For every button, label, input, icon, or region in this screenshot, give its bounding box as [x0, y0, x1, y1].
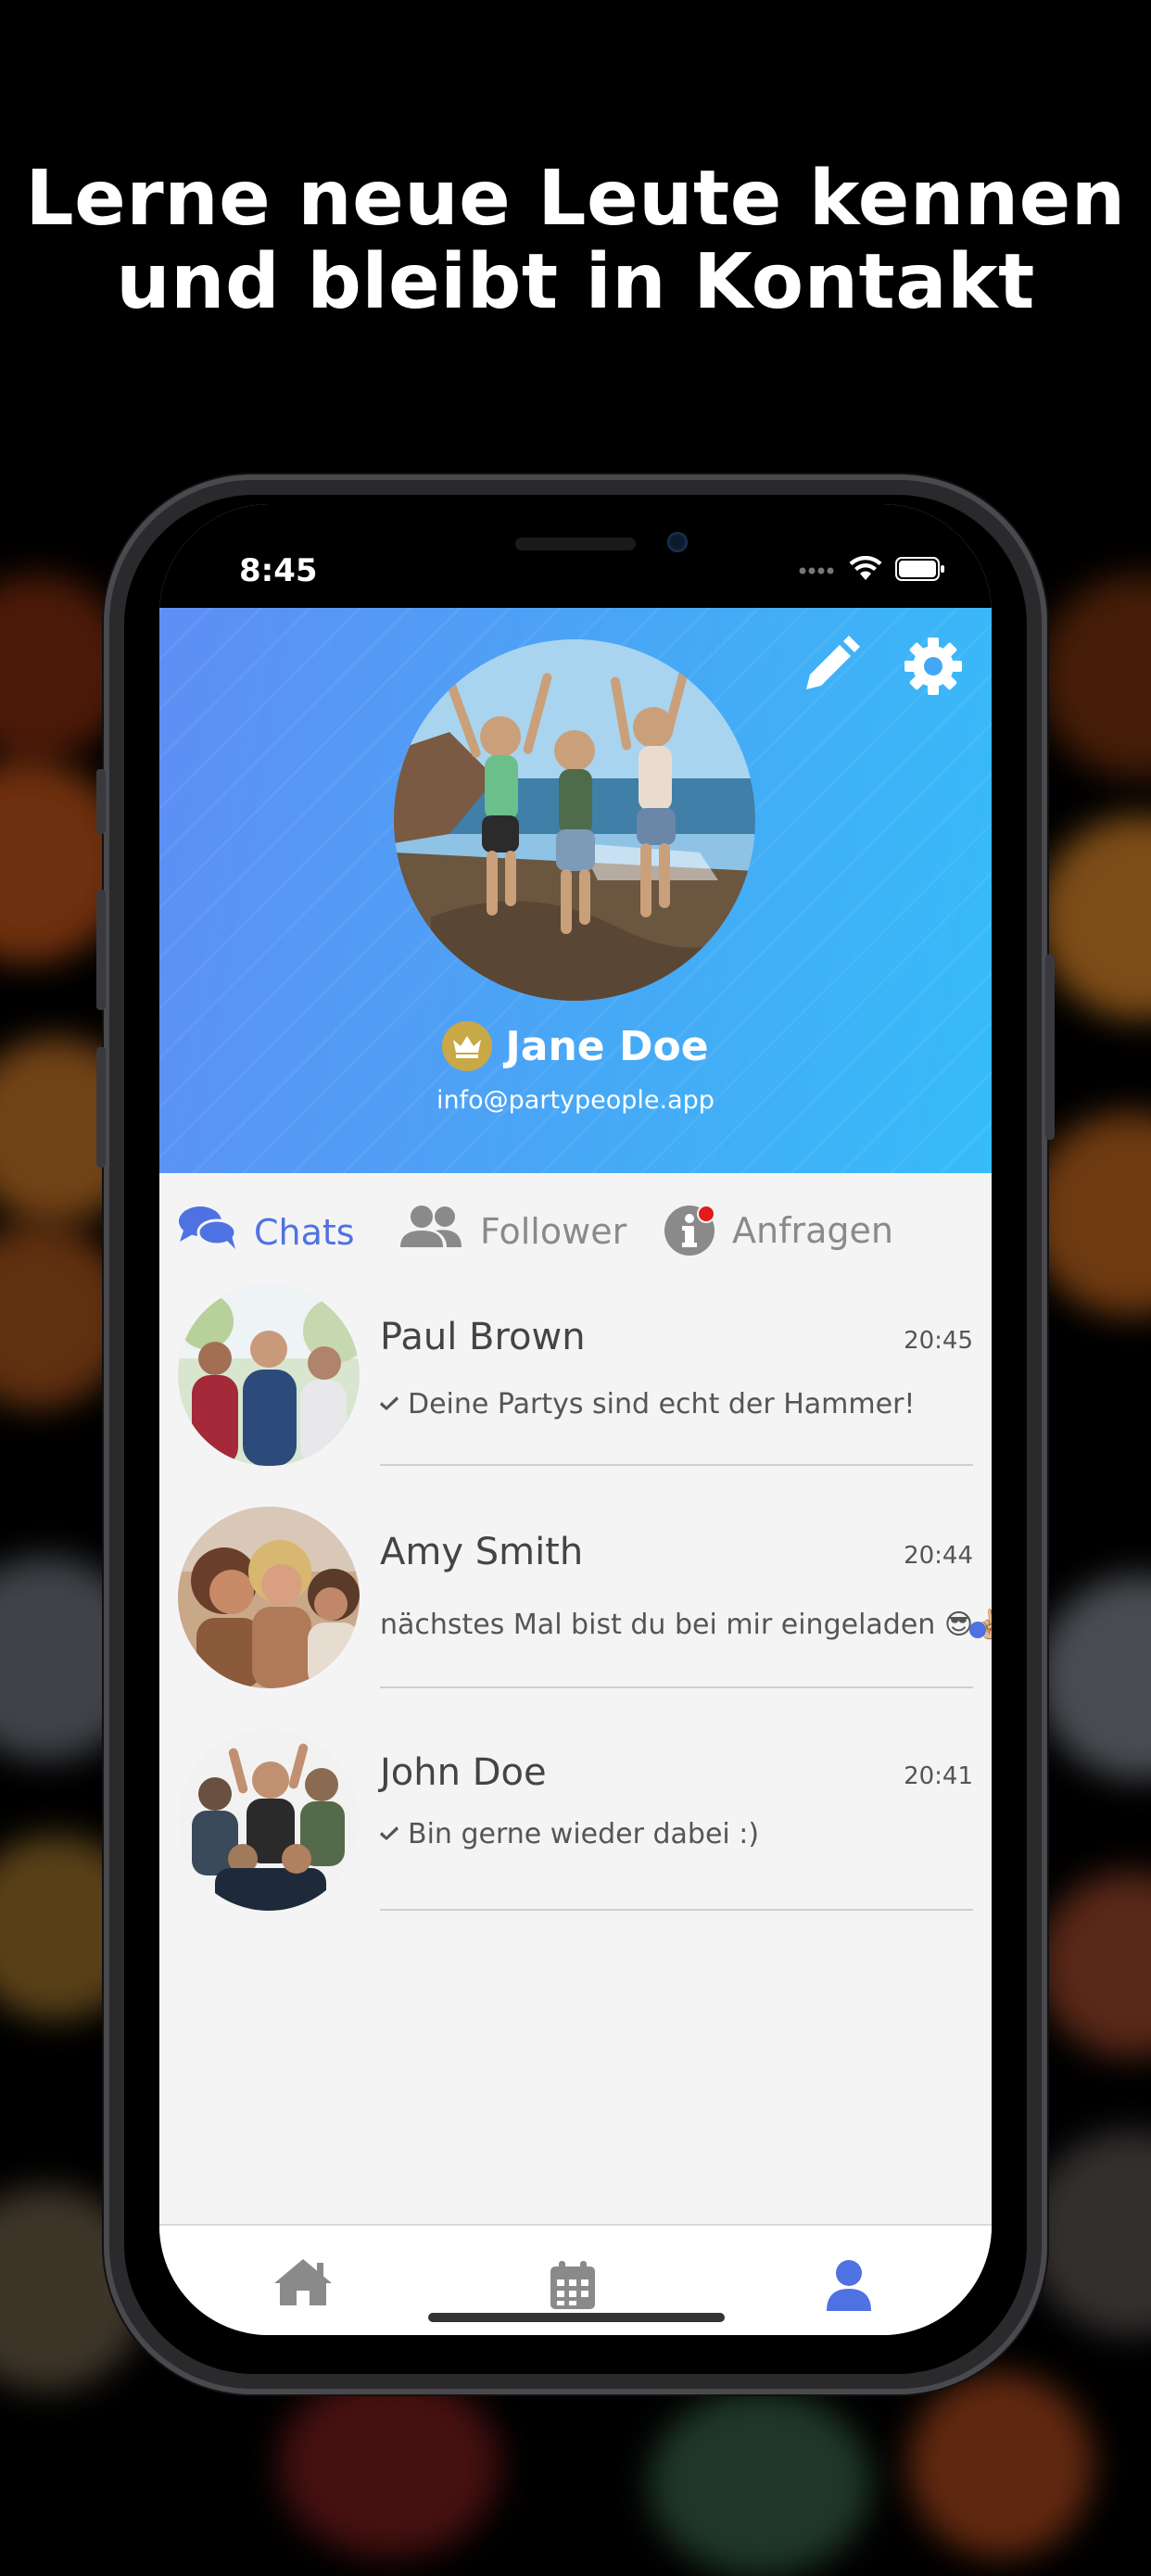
chat-bubbles-icon [178, 1205, 237, 1259]
tab-bar: Chats Follower Anfragen [159, 1173, 992, 1284]
avatar [178, 1284, 360, 1466]
front-camera [667, 532, 688, 552]
avatar [178, 1729, 360, 1911]
user-icon[interactable] [825, 2259, 873, 2317]
phone-mute-switch [96, 769, 106, 834]
gear-icon[interactable] [903, 636, 964, 701]
users-icon [398, 1205, 463, 1257]
battery-icon [895, 557, 945, 586]
chat-message-row: Deine Partys sind echt der Hammer! [380, 1388, 915, 1421]
chat-message-row: nächstes Mal bist du bei mir eingeladen … [380, 1609, 992, 1641]
chat-message: Deine Partys sind echt der Hammer! [408, 1388, 916, 1421]
chat-row-paul-brown[interactable]: Paul Brown 20:45 Deine Partys sind echt … [159, 1284, 992, 1507]
tab-chats[interactable]: Chats [178, 1205, 355, 1259]
divider [380, 1686, 973, 1688]
chat-name: Paul Brown [380, 1316, 586, 1358]
chat-time: 20:41 [904, 1762, 973, 1790]
chat-time: 20:45 [904, 1327, 973, 1355]
profile-header: Jane Doe info@partypeople.app [159, 608, 992, 1173]
app-screen: 8:45 Jane Doe info@partypeople.app Chats… [159, 504, 992, 2335]
info-icon [664, 1205, 715, 1256]
notification-dot [697, 1205, 715, 1223]
profile-avatar[interactable] [394, 639, 755, 1001]
tab-requests[interactable]: Anfragen [664, 1205, 893, 1256]
headline-line-2: und bleibt in Kontakt [116, 238, 1035, 326]
unread-indicator [969, 1622, 986, 1638]
profile-email: info@partypeople.app [436, 1086, 715, 1115]
chat-name: Amy Smith [380, 1531, 584, 1573]
tab-chats-label: Chats [254, 1211, 355, 1253]
phone-volume-up [96, 890, 106, 1010]
chat-row-john-doe[interactable]: John Doe 20:41 Bin gerne wieder dabei :) [159, 1729, 992, 1951]
check-icon [380, 1388, 400, 1421]
tab-follower-label: Follower [480, 1210, 627, 1252]
wifi-icon [849, 555, 882, 587]
chat-time: 20:44 [904, 1542, 973, 1570]
tab-requests-label: Anfragen [732, 1210, 893, 1251]
chat-message: Bin gerne wieder dabei :) [408, 1818, 760, 1850]
status-bar: 8:45 [159, 504, 992, 608]
headline-line-1: Lerne neue Leute kennen [25, 155, 1126, 243]
status-icons [799, 555, 945, 587]
phone-volume-down [96, 1047, 106, 1168]
chat-row-amy-smith[interactable]: Amy Smith 20:44 nächstes Mal bist du bei… [159, 1507, 992, 1729]
marketing-headline: Lerne neue Leute kennen und bleibt in Ko… [0, 158, 1151, 324]
notch [354, 504, 797, 576]
chat-name: John Doe [380, 1751, 547, 1794]
pencil-icon[interactable] [797, 634, 862, 703]
home-indicator [428, 2313, 725, 2322]
status-time: 8:45 [239, 552, 318, 589]
profile-name: Jane Doe [505, 1022, 709, 1070]
divider [380, 1464, 973, 1466]
phone-power-button [1045, 954, 1055, 1140]
signal-dots-icon [799, 563, 836, 580]
speaker-grille [515, 537, 636, 550]
profile-name-row: Jane Doe [159, 1021, 992, 1071]
chat-message: nächstes Mal bist du bei mir eingeladen … [380, 1609, 992, 1641]
crown-icon [442, 1021, 493, 1071]
calendar-icon[interactable] [549, 2259, 597, 2316]
home-icon[interactable] [272, 2257, 334, 2312]
tab-follower[interactable]: Follower [398, 1205, 626, 1257]
divider [380, 1909, 973, 1911]
chat-message-row: Bin gerne wieder dabei :) [380, 1818, 759, 1850]
avatar [178, 1507, 360, 1688]
check-icon [380, 1818, 400, 1850]
